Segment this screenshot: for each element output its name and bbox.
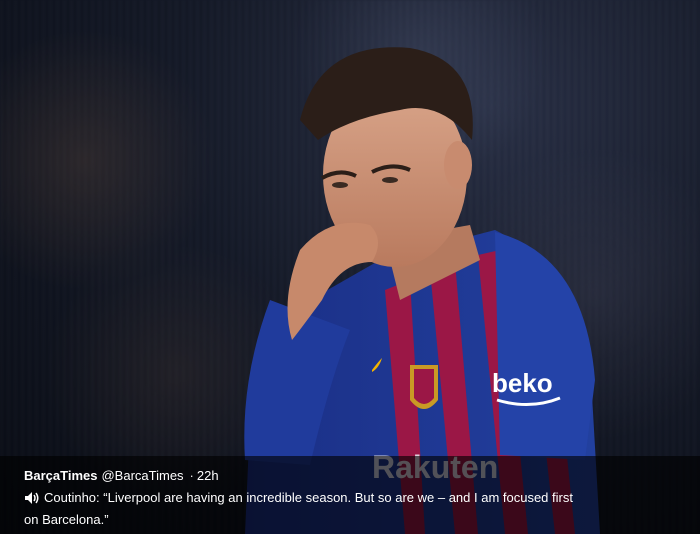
caption-text: Coutinho: “Liverpool are having an incre… [24, 490, 573, 527]
author-handle[interactable]: @BarcaTimes [101, 468, 183, 484]
tweet-media-frame[interactable]: beko Rakuten BarçaTimes @BarcaTimes · 22… [0, 0, 700, 534]
player-photo: beko Rakuten [244, 47, 600, 534]
tweet-meta: BarçaTimes @BarcaTimes · 22h [24, 468, 676, 484]
tweet-timestamp[interactable]: 22h [197, 468, 219, 484]
sleeve-sponsor-text: beko [492, 368, 553, 398]
author-name[interactable]: BarçaTimes [24, 468, 97, 484]
tweet-caption-overlay: BarçaTimes @BarcaTimes · 22h Coutinho: “… [0, 456, 700, 534]
tweet-caption: Coutinho: “Liverpool are having an incre… [24, 488, 584, 529]
meta-separator: · [189, 468, 194, 483]
speaker-icon[interactable] [24, 491, 40, 510]
